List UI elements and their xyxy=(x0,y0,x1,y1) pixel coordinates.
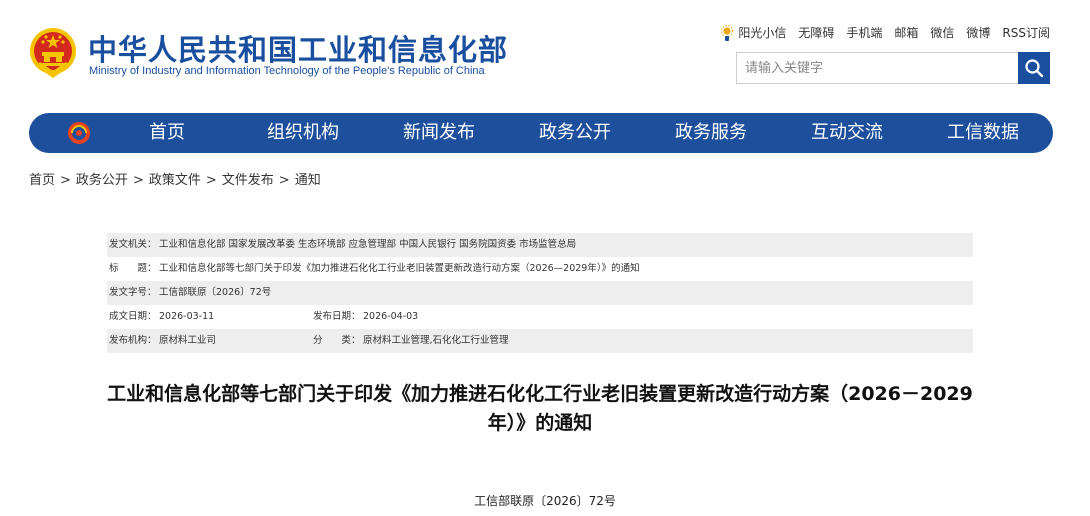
top-links: 阳光小信 无障碍 手机端 邮箱 微信 微博 RSS订阅 xyxy=(720,24,1050,41)
nav-government-affairs[interactable]: 政务公开 xyxy=(507,113,643,153)
meta-row-docno: 发文字号： 工信部联原〔2026〕72号 xyxy=(107,281,973,305)
miit-logo-icon xyxy=(68,122,90,144)
breadcrumb-government-affairs[interactable]: 政务公开 xyxy=(76,173,128,188)
search-button[interactable] xyxy=(1018,52,1050,84)
site-title: 中华人民共和国工业和信息化部 xyxy=(88,33,509,67)
meta-row-dates: 成文日期： 2026-03-11 发布日期： 2026-04-03 xyxy=(107,305,973,329)
nav-organization[interactable]: 组织机构 xyxy=(235,113,371,153)
meta-row-org: 发布机构： 原材料工业司 分 类： 原材料工业管理,石化化工行业管理 xyxy=(107,329,973,353)
toplink-wechat[interactable]: 微信 xyxy=(930,24,954,41)
nav-news[interactable]: 新闻发布 xyxy=(371,113,507,153)
meta-issuer-value: 工业和信息化部 国家发展改革委 生态环境部 应急管理部 中国人民银行 国务院国资… xyxy=(159,239,577,250)
meta-title-label: 标 题： xyxy=(109,263,157,274)
site-subtitle: Ministry of Industry and Information Tec… xyxy=(89,65,485,77)
toplink-mobile[interactable]: 手机端 xyxy=(846,24,882,41)
breadcrumb-document-release[interactable]: 文件发布 xyxy=(222,173,274,188)
breadcrumb-separator: > xyxy=(132,173,144,188)
nav-services[interactable]: 政务服务 xyxy=(643,113,779,153)
nav-interaction[interactable]: 互动交流 xyxy=(779,113,915,153)
site-header: 中华人民共和国工业和信息化部 Ministry of Industry and … xyxy=(0,0,1090,110)
search-box xyxy=(736,52,1050,84)
meta-org-label: 发布机构： xyxy=(109,335,157,346)
meta-created-value: 2026-03-11 xyxy=(159,311,215,322)
magnifier-icon xyxy=(1025,59,1044,78)
meta-row-issuer: 发文机关： 工业和信息化部 国家发展改革委 生态环境部 应急管理部 中国人民银行… xyxy=(107,233,973,257)
toplink-accessibility[interactable]: 无障碍 xyxy=(798,24,834,41)
meta-docno-label: 发文字号： xyxy=(109,287,157,298)
meta-title-value: 工业和信息化部等七部门关于印发《加力推进石化化工行业老旧装置更新改造行动方案（2… xyxy=(159,263,640,274)
article-doc-number: 工信部联原〔2026〕72号 xyxy=(474,494,616,508)
breadcrumb: 首页 > 政务公开 > 政策文件 > 文件发布 > 通知 xyxy=(29,169,321,188)
toplink-mail[interactable]: 邮箱 xyxy=(894,24,918,41)
toplink-sunshine[interactable]: 阳光小信 xyxy=(738,24,786,41)
sun-icon xyxy=(721,24,734,41)
national-emblem-icon[interactable] xyxy=(28,26,78,82)
meta-published-value: 2026-04-03 xyxy=(363,311,419,322)
article-title: 工业和信息化部等七部门关于印发《加力推进石化化工行业老旧装置更新改造行动方案（2… xyxy=(107,383,973,434)
meta-published-label: 发布日期： xyxy=(313,311,361,322)
breadcrumb-notice[interactable]: 通知 xyxy=(295,173,321,188)
nav-data[interactable]: 工信数据 xyxy=(915,113,1051,153)
main-nav: 首页 组织机构 新闻发布 政务公开 政务服务 互动交流 工信数据 xyxy=(29,113,1053,153)
breadcrumb-separator: > xyxy=(278,173,290,188)
breadcrumb-home[interactable]: 首页 xyxy=(29,173,55,188)
meta-docno-value: 工信部联原〔2026〕72号 xyxy=(159,287,272,298)
document-meta-table: 发文机关： 工业和信息化部 国家发展改革委 生态环境部 应急管理部 中国人民银行… xyxy=(107,233,973,353)
meta-category-value: 原材料工业管理,石化化工行业管理 xyxy=(363,335,509,346)
toplink-rss[interactable]: RSS订阅 xyxy=(1002,24,1050,41)
meta-category-label: 分 类： xyxy=(313,335,361,346)
nav-home[interactable]: 首页 xyxy=(99,113,235,153)
breadcrumb-separator: > xyxy=(205,173,217,188)
meta-issuer-label: 发文机关： xyxy=(109,239,157,250)
search-input[interactable] xyxy=(737,53,1019,83)
toplink-weibo[interactable]: 微博 xyxy=(966,24,990,41)
breadcrumb-separator: > xyxy=(60,173,71,188)
meta-org-value: 原材料工业司 xyxy=(159,335,217,346)
meta-row-title: 标 题： 工业和信息化部等七部门关于印发《加力推进石化化工行业老旧装置更新改造行… xyxy=(107,257,973,281)
meta-created-label: 成文日期： xyxy=(109,311,157,322)
breadcrumb-policy-documents[interactable]: 政策文件 xyxy=(149,173,201,188)
